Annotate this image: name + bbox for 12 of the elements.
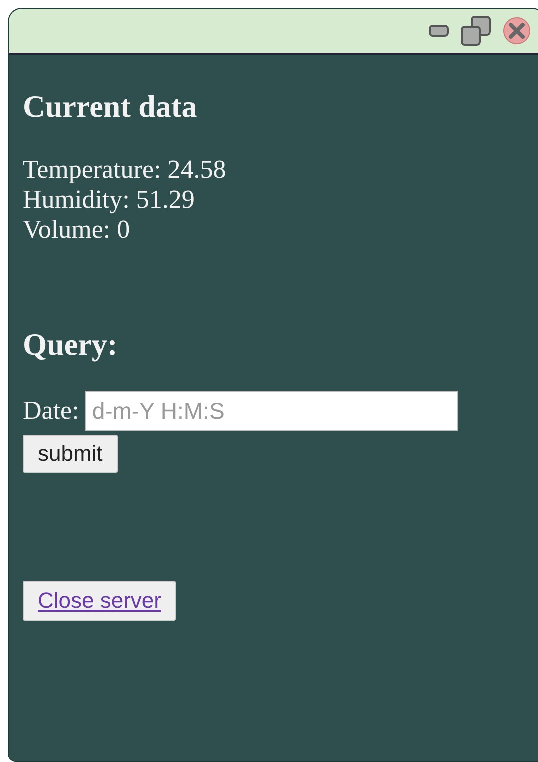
reading-text: Volume: 0: [23, 215, 132, 245]
reading-text: Temperature: 24.58: [23, 155, 228, 185]
minimize-icon[interactable]: [429, 25, 449, 37]
reading-text: Humidity: 51.29: [23, 185, 196, 215]
close-server-link[interactable]: Close server: [23, 581, 176, 621]
date-label: Date:: [23, 396, 80, 426]
section-heading: Query:: [23, 327, 119, 363]
submit-button[interactable]: submit: [23, 435, 118, 473]
close-icon[interactable]: [503, 17, 531, 45]
date-field[interactable]: d-m-Y H:M:S: [85, 391, 458, 431]
restore-icon[interactable]: [461, 16, 491, 46]
section-heading: Current data: [23, 89, 198, 125]
